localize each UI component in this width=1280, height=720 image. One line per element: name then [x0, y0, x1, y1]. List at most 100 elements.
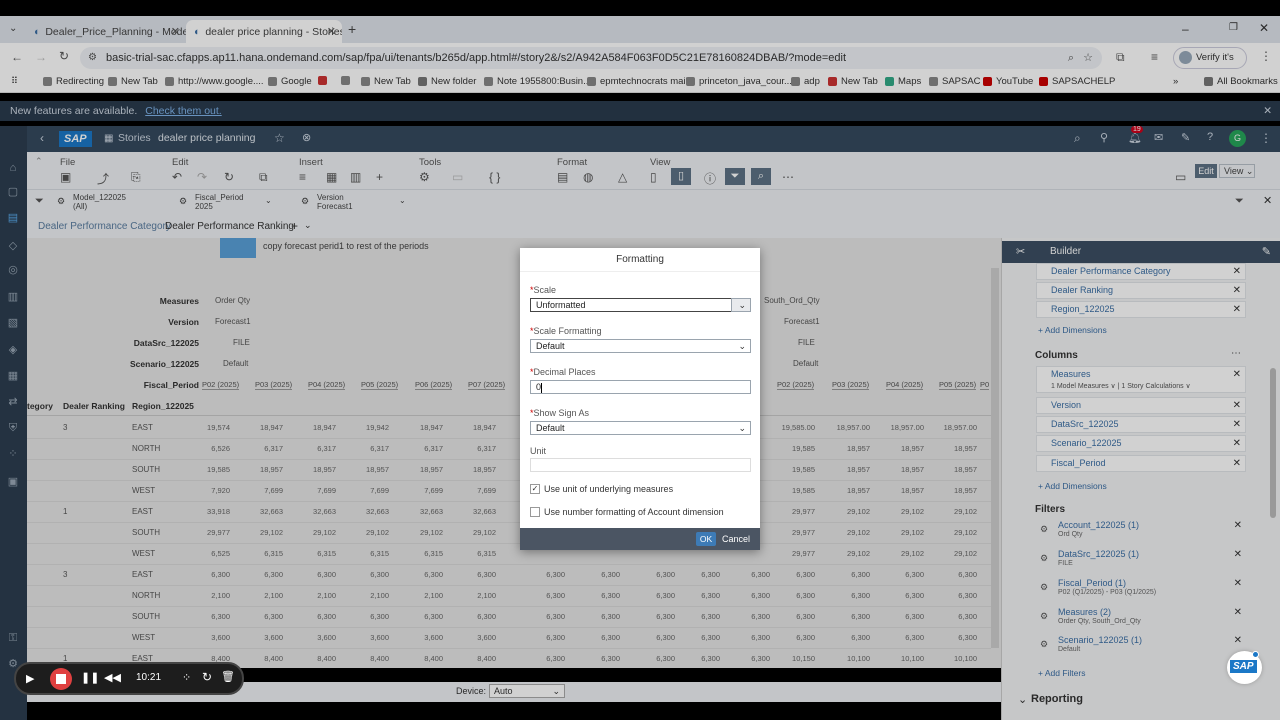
value-cell[interactable]: 6,300	[523, 633, 565, 642]
styling-icon[interactable]: ▤	[557, 170, 568, 184]
value-cell[interactable]: 6,300	[728, 633, 770, 642]
bookmark-item[interactable]: Maps	[885, 76, 921, 87]
browser-menu-icon[interactable]: ⋮	[1260, 49, 1272, 63]
value-cell[interactable]: 18,957	[401, 465, 443, 474]
value-cell[interactable]: 2,100	[401, 591, 443, 600]
site-info-icon[interactable]: ⚙	[88, 47, 97, 69]
value-cell[interactable]: 18,957	[828, 465, 870, 474]
bookmark-item[interactable]: princeton_java_cour...	[686, 76, 792, 87]
filter-item[interactable]: ⚙ Measures (2) Order Qty, South_Ord_Qty ✕	[1036, 607, 1246, 634]
bookmark-item[interactable]: SAPSACHELP	[1039, 76, 1115, 87]
value-cell[interactable]: 6,317	[401, 444, 443, 453]
columns-item-measures[interactable]: Measures ✕ 1 Model Measures ∨ | 1 Story C…	[1036, 366, 1246, 393]
value-cell[interactable]: 19,574	[188, 423, 230, 432]
value-cell[interactable]: 6,300	[728, 612, 770, 621]
filter-item[interactable]: ⚙ Scenario_122025 (1) Default ✕	[1036, 635, 1246, 662]
filter-item[interactable]: ⚙ Fiscal_Period (1) P02 (Q1/2025) - P03 (Q…	[1036, 578, 1246, 605]
edit-mode-button[interactable]: Edit	[1195, 164, 1217, 178]
value-cell[interactable]: 6,300	[294, 612, 336, 621]
value-cell[interactable]: 32,663	[294, 507, 336, 516]
add-icon[interactable]: +	[376, 170, 383, 184]
value-cell[interactable]: 6,300	[188, 570, 230, 579]
restart-icon[interactable]: ↻	[202, 670, 212, 684]
feedback-icon[interactable]: ✎	[1181, 131, 1190, 144]
dismiss-banner-icon[interactable]: ✕	[1263, 101, 1272, 121]
help-icon[interactable]: ?	[1207, 131, 1213, 143]
value-cell[interactable]: 6,300	[828, 633, 870, 642]
value-cell[interactable]: 8,400	[401, 654, 443, 663]
value-cell[interactable]: 6,300	[578, 612, 620, 621]
remove-icon[interactable]: ✕	[1234, 578, 1242, 589]
value-cell[interactable]: 6,300	[882, 591, 924, 600]
value-cell[interactable]: 3,600	[454, 633, 496, 642]
value-cell[interactable]: 6,300	[188, 612, 230, 621]
view-right-panel-icon[interactable]: ▯	[671, 168, 691, 185]
restore-icon[interactable]: ❐	[1229, 22, 1238, 33]
show-sign-select[interactable]: Default ⌄	[530, 421, 751, 435]
value-cell[interactable]: 7,699	[401, 486, 443, 495]
tools-icon[interactable]: ▭	[452, 170, 463, 184]
value-cell[interactable]: 7,920	[188, 486, 230, 495]
search-icon[interactable]: ⌕	[1074, 131, 1081, 146]
bookmark-star-icon[interactable]: ☆	[1083, 47, 1093, 69]
rewind-icon[interactable]: ◀◀	[104, 671, 121, 684]
value-cell[interactable]: 29,102	[294, 528, 336, 537]
value-cell[interactable]: 29,102	[882, 549, 924, 558]
reload-icon[interactable]: ↻	[59, 49, 69, 63]
back-icon[interactable]: ←	[11, 50, 23, 64]
value-cell[interactable]: 10,100	[882, 654, 924, 663]
chevron-down-icon[interactable]: ⌄	[1018, 693, 1027, 706]
value-cell[interactable]: 6,315	[294, 549, 336, 558]
remove-icon[interactable]: ✕	[1233, 283, 1241, 298]
bookmark-item[interactable]: Google	[268, 76, 312, 87]
value-cell[interactable]: 6,300	[347, 570, 389, 579]
value-cell[interactable]: 29,102	[935, 507, 977, 516]
value-cell[interactable]: 10,100	[828, 654, 870, 663]
styling-brush-icon[interactable]: ✎	[1262, 241, 1271, 263]
rows-item[interactable]: Dealer Ranking ✕	[1036, 282, 1246, 299]
value-cell[interactable]: 29,102	[828, 549, 870, 558]
value-cell[interactable]: 8,400	[241, 654, 283, 663]
security-icon[interactable]: ⛨	[7, 422, 19, 434]
bookmark-item[interactable]: Redirecting	[43, 76, 104, 87]
preview-icon[interactable]: ⌕	[751, 168, 771, 185]
url-input[interactable]: ⚙ basic-trial-sac.cfapps.ap11.hana.ondem…	[80, 47, 1102, 69]
value-cell[interactable]: 6,300	[882, 633, 924, 642]
value-cell[interactable]: 29,102	[401, 528, 443, 537]
value-cell[interactable]: 18,947	[454, 423, 496, 432]
shell-back-icon[interactable]: ‹	[40, 131, 44, 145]
value-cell[interactable]: 29,977	[773, 528, 815, 537]
scale-formatting-select[interactable]: Default ⌄	[530, 339, 751, 353]
undo-icon[interactable]: ↶	[172, 170, 182, 184]
view-left-panel-icon[interactable]: ▯	[650, 170, 657, 184]
catalog-icon[interactable]: ▣	[7, 476, 19, 488]
value-cell[interactable]: 18,957	[454, 465, 496, 474]
value-cell[interactable]: 6,300	[633, 570, 675, 579]
value-cell[interactable]: 29,102	[454, 528, 496, 537]
value-cell[interactable]: 18,947	[241, 423, 283, 432]
value-cell[interactable]: 19,585	[773, 465, 815, 474]
save-icon[interactable]: ▣	[60, 170, 71, 184]
stop-record-button[interactable]	[50, 668, 72, 690]
remove-icon[interactable]: ✕	[1233, 456, 1241, 471]
stories-nav-link[interactable]: Stories	[118, 132, 151, 144]
value-cell[interactable]: 18,957	[294, 465, 336, 474]
filter-item[interactable]: ⚙ DataSrc_122025 (1) FILE ✕	[1036, 549, 1246, 576]
value-cell[interactable]: 6,300	[828, 612, 870, 621]
close-story-icon[interactable]: ⊗	[302, 131, 311, 144]
value-cell[interactable]: 6,317	[454, 444, 496, 453]
close-tab-icon[interactable]: ✕	[171, 25, 180, 38]
value-cell[interactable]: 6,315	[454, 549, 496, 558]
value-cell[interactable]: 32,663	[401, 507, 443, 516]
check-them-out-link[interactable]: Check them out.	[145, 105, 221, 117]
value-cell[interactable]: 6,300	[678, 570, 720, 579]
data-analyzer-icon[interactable]: ◈	[7, 344, 19, 356]
reporting-section[interactable]: Reporting	[1031, 693, 1083, 705]
value-cell[interactable]: 18,957	[935, 444, 977, 453]
value-cell[interactable]: 32,663	[347, 507, 389, 516]
value-cell[interactable]: 6,300	[294, 570, 336, 579]
media-icon[interactable]: ≡	[1151, 50, 1158, 64]
value-cell[interactable]: 6,300	[633, 591, 675, 600]
account-formatting-checkbox[interactable]	[530, 507, 540, 517]
gmail-icon[interactable]	[318, 76, 327, 85]
